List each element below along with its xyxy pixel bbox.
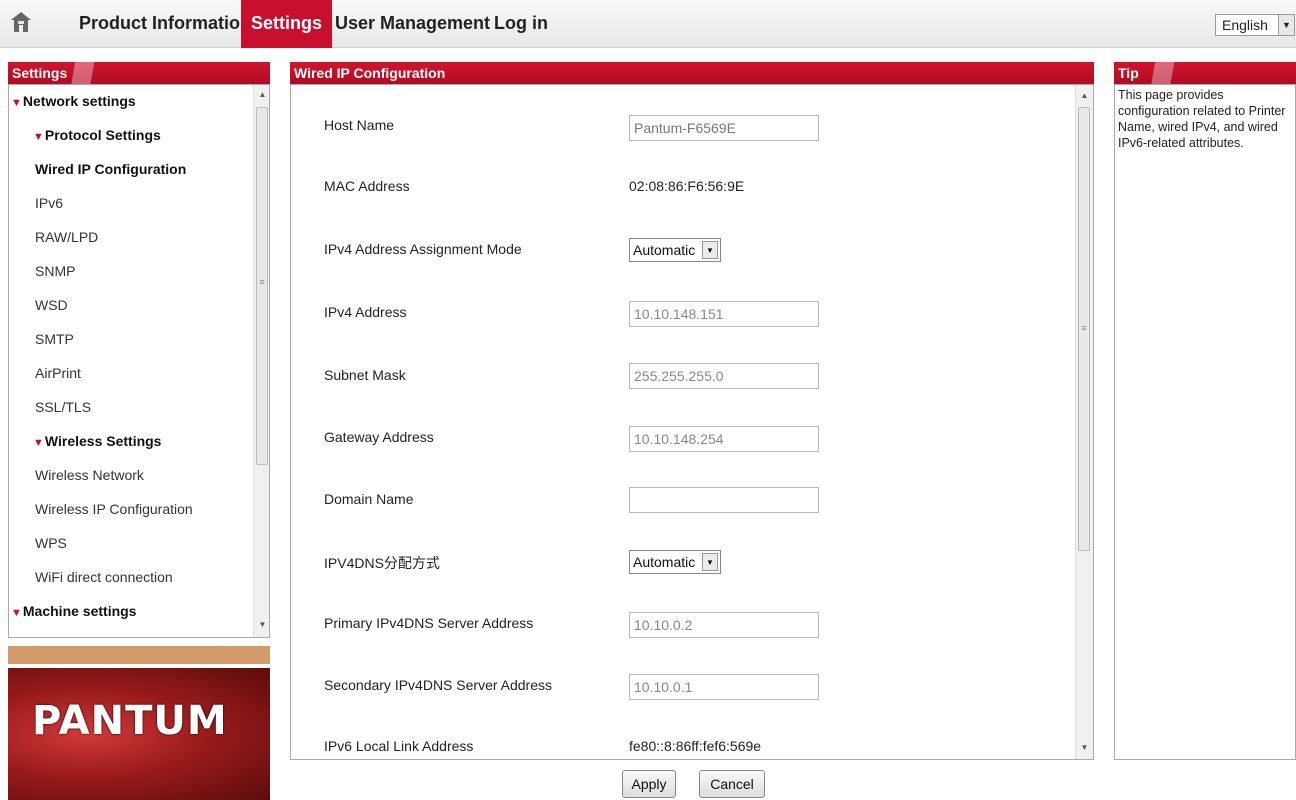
tree-item-snmp[interactable]: SNMP bbox=[35, 256, 75, 286]
tip-panel-header: Tip bbox=[1114, 62, 1296, 84]
host-name-label: Host Name bbox=[324, 117, 395, 133]
chevron-down-icon: ▼ bbox=[702, 241, 718, 259]
scroll-down-icon[interactable]: ▼ bbox=[1076, 740, 1093, 756]
tree-item-ssl-tls[interactable]: SSL/TLS bbox=[35, 392, 91, 422]
tree-item-wireless-ip-configuration[interactable]: Wireless IP Configuration bbox=[35, 494, 193, 524]
ipv4-mode-label: IPv4 Address Assignment Mode bbox=[324, 241, 522, 257]
host-name-input[interactable] bbox=[629, 115, 819, 141]
tree-item-wireless-settings[interactable]: ▼Wireless Settings bbox=[33, 426, 161, 456]
nav-log-in[interactable]: Log in bbox=[484, 0, 558, 48]
wired-ip-form-panel: Host Name MAC Address 02:08:86:F6:56:9E … bbox=[290, 84, 1094, 760]
domain-name-input[interactable] bbox=[629, 487, 819, 513]
ipv4-mode-value: Automatic bbox=[633, 242, 696, 258]
tip-text: This page provides configuration related… bbox=[1118, 88, 1286, 150]
tree-item-wsd[interactable]: WSD bbox=[35, 290, 68, 320]
tip-panel: This page provides configuration related… bbox=[1114, 84, 1296, 760]
dns-mode-label: IPV4DNS分配方式 bbox=[324, 555, 440, 571]
subnet-mask-label: Subnet Mask bbox=[324, 367, 406, 383]
grip-icon: ≡ bbox=[259, 277, 265, 287]
ipv6-link-value: fe80::8:86ff:fef6:569e bbox=[629, 738, 762, 754]
tree-scrollbar[interactable]: ▲ ≡ ▼ bbox=[253, 85, 269, 637]
top-navigation-bar: Product Information Settings User Manage… bbox=[0, 0, 1296, 48]
logo-divider-stripe bbox=[8, 646, 270, 664]
gateway-label: Gateway Address bbox=[324, 429, 434, 445]
language-value: English bbox=[1222, 17, 1268, 33]
ipv4-address-label: IPv4 Address bbox=[324, 304, 407, 320]
primary-dns-label: Primary IPv4DNS Server Address bbox=[324, 615, 534, 631]
tree-item-airprint[interactable]: AirPrint bbox=[35, 358, 81, 388]
gateway-input[interactable] bbox=[629, 426, 819, 452]
tree-item-ipv6[interactable]: IPv6 bbox=[35, 188, 63, 218]
nav-product-information[interactable]: Product Information bbox=[69, 0, 261, 48]
primary-dns-input[interactable] bbox=[629, 612, 819, 638]
scroll-up-icon[interactable]: ▲ bbox=[254, 87, 269, 103]
mac-address-label: MAC Address bbox=[324, 178, 410, 194]
subnet-mask-input[interactable] bbox=[629, 363, 819, 389]
nav-user-management[interactable]: User Management bbox=[325, 0, 500, 48]
secondary-dns-label: Secondary IPv4DNS Server Address bbox=[324, 677, 552, 693]
home-icon[interactable] bbox=[10, 10, 32, 34]
ipv6-link-label: IPv6 Local Link Address bbox=[324, 738, 474, 754]
chevron-down-icon: ▼ bbox=[1278, 15, 1294, 35]
scroll-down-icon[interactable]: ▼ bbox=[254, 617, 269, 633]
expanded-triangle-icon: ▼ bbox=[11, 607, 22, 619]
pantum-logo: PANTUM bbox=[8, 668, 270, 800]
tree-item-protocol-settings[interactable]: ▼Protocol Settings bbox=[33, 120, 161, 150]
tree-item-wireless-network[interactable]: Wireless Network bbox=[35, 460, 144, 490]
apply-button[interactable]: Apply bbox=[622, 770, 676, 798]
main-panel-title: Wired IP Configuration bbox=[294, 65, 446, 81]
tree-item-wired-ip-configuration[interactable]: Wired IP Configuration bbox=[35, 154, 186, 184]
form-scrollbar[interactable]: ▲ ≡ ▼ bbox=[1075, 85, 1093, 759]
tree-item-raw-lpd[interactable]: RAW/LPD bbox=[35, 222, 98, 252]
language-select[interactable]: English ▼ bbox=[1215, 14, 1295, 36]
domain-name-label: Domain Name bbox=[324, 491, 414, 507]
scroll-up-icon[interactable]: ▲ bbox=[1076, 88, 1093, 104]
ipv4-address-input[interactable] bbox=[629, 301, 819, 327]
expanded-triangle-icon: ▼ bbox=[11, 97, 22, 109]
secondary-dns-input[interactable] bbox=[629, 674, 819, 700]
expanded-triangle-icon: ▼ bbox=[33, 437, 44, 449]
ipv4-mode-select[interactable]: Automatic ▼ bbox=[629, 238, 721, 262]
nav-settings[interactable]: Settings bbox=[241, 0, 333, 48]
tree-item-wps[interactable]: WPS bbox=[35, 528, 67, 558]
main-panel-header: Wired IP Configuration bbox=[290, 62, 1094, 84]
tree-item-network-settings[interactable]: ▼Network settings bbox=[11, 86, 136, 116]
dns-mode-value: Automatic bbox=[633, 554, 696, 570]
mac-address-value: 02:08:86:F6:56:9E bbox=[629, 178, 745, 194]
expanded-triangle-icon: ▼ bbox=[33, 131, 44, 143]
logo-text: PANTUM bbox=[32, 698, 228, 744]
tree-item-smtp[interactable]: SMTP bbox=[35, 324, 74, 354]
settings-tree-panel: ▼Network settings ▼Protocol Settings Wir… bbox=[8, 84, 270, 638]
cancel-button[interactable]: Cancel bbox=[699, 770, 765, 798]
chevron-down-icon: ▼ bbox=[702, 553, 718, 571]
tree-item-wifi-direct[interactable]: WiFi direct connection bbox=[35, 562, 173, 592]
tree-item-machine-settings[interactable]: ▼Machine settings bbox=[11, 596, 136, 626]
dns-mode-select[interactable]: Automatic ▼ bbox=[629, 550, 721, 574]
grip-icon: ≡ bbox=[1081, 323, 1087, 333]
settings-panel-header: Settings bbox=[8, 62, 270, 84]
